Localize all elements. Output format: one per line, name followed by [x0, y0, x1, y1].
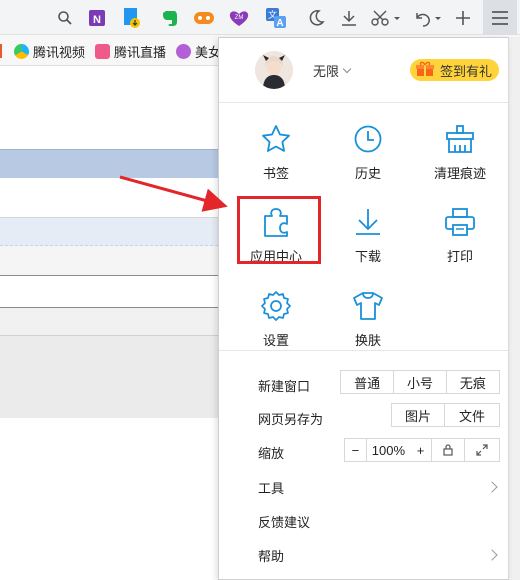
bg-row: [0, 336, 218, 418]
new-window-incognito-button[interactable]: 无痕: [447, 371, 499, 393]
download-icon: [350, 205, 386, 239]
background-page: [0, 66, 218, 580]
menu-item-print[interactable]: 打印: [420, 205, 500, 265]
menu-item-label: 清理痕迹: [433, 166, 486, 181]
new-window-label: 新建窗口: [258, 379, 311, 394]
evernote-icon[interactable]: [157, 5, 183, 31]
page-scrollbar[interactable]: [509, 37, 520, 580]
bg-blank: [0, 66, 218, 149]
download-icon[interactable]: [336, 5, 362, 31]
new-window-small-button[interactable]: 小号: [394, 371, 447, 393]
lock-icon[interactable]: [432, 439, 466, 461]
save-as-label: 网页另存为: [258, 412, 324, 427]
search-icon[interactable]: [52, 5, 78, 31]
menu-item-label: 设置: [262, 333, 289, 348]
bookmark-item-beauty[interactable]: 美女: [176, 41, 221, 61]
bookmark-item-tencent-live[interactable]: 腾讯直播: [95, 41, 166, 61]
undo-icon[interactable]: [410, 5, 444, 31]
bg-header-row: [0, 149, 218, 178]
menu-divider: [219, 350, 508, 351]
gift-icon: [416, 61, 434, 80]
browser-menu-panel: 无限 签到有礼 书签 历史 清理痕迹 应用中心 下载 打印 设置 换肤 新建窗口…: [218, 37, 509, 580]
new-tab-icon[interactable]: [450, 5, 476, 31]
bg-row: [0, 178, 218, 218]
zoom-label: 缩放: [258, 446, 285, 461]
user-avatar[interactable]: [255, 51, 293, 89]
printer-icon: [442, 205, 478, 239]
menu-item-history[interactable]: 历史: [328, 122, 408, 182]
zoom-value: 100%: [371, 442, 406, 458]
clock-icon: [350, 122, 386, 156]
bookmark-label: 腾讯视频: [33, 44, 86, 60]
user-row: 无限 签到有礼: [219, 38, 508, 103]
bg-row: [0, 218, 218, 246]
help-label[interactable]: 帮助: [258, 546, 284, 565]
username-text: 无限: [313, 64, 340, 79]
menu-item-label: 书签: [262, 166, 289, 181]
bookmark-item-partial[interactable]: [0, 41, 2, 61]
signin-label: 签到有礼: [440, 63, 493, 79]
save-as-file-button[interactable]: 文件: [445, 404, 499, 426]
bg-blank: [0, 418, 218, 580]
tshirt-icon: [350, 289, 386, 323]
night-mode-icon[interactable]: [303, 5, 329, 31]
gear-icon: [258, 289, 294, 323]
zoom-in-button[interactable]: +: [410, 439, 432, 461]
menu-item-label: 换肤: [354, 333, 381, 348]
menu-item-label: 历史: [354, 166, 381, 181]
menu-item-label: 下载: [354, 249, 381, 264]
fullscreen-icon[interactable]: [465, 439, 499, 461]
broom-icon: [442, 122, 478, 156]
save-as-image-button[interactable]: 图片: [392, 404, 446, 426]
chevron-right-icon: [486, 549, 498, 561]
tencent-live-icon: [95, 43, 110, 59]
zoom-app-icon[interactable]: ZM: [226, 5, 252, 31]
new-window-options: 普通 小号 无痕: [340, 370, 500, 394]
translate-icon[interactable]: 文A: [263, 5, 289, 31]
bg-row: [0, 246, 218, 276]
svg-text:ZM: ZM: [235, 15, 244, 21]
menu-item-bookmarks[interactable]: 书签: [236, 122, 316, 182]
svg-text:N: N: [93, 14, 101, 26]
star-icon: [258, 122, 294, 156]
menu-item-download[interactable]: 下载: [328, 205, 408, 265]
username[interactable]: 无限: [313, 61, 352, 80]
signin-button[interactable]: 签到有礼: [410, 59, 499, 81]
bg-row: [0, 276, 218, 308]
menu-item-label: 打印: [446, 249, 473, 264]
menu-item-settings[interactable]: 设置: [236, 289, 316, 349]
beauty-icon: [176, 43, 191, 59]
game-icon[interactable]: [191, 5, 217, 31]
menu-item-clear-traces[interactable]: 清理痕迹: [420, 122, 500, 182]
annotation-highlight-box: [237, 196, 321, 264]
onenote-icon[interactable]: N: [84, 5, 110, 31]
zoom-out-button[interactable]: −: [345, 439, 367, 461]
tools-label[interactable]: 工具: [258, 478, 284, 497]
new-window-normal-button[interactable]: 普通: [341, 371, 395, 393]
save-as-options: 图片 文件: [391, 403, 500, 427]
tencent-video-icon: [14, 43, 29, 59]
menu-item-skin[interactable]: 换肤: [328, 289, 408, 349]
chevron-down-icon: [342, 64, 352, 74]
menu-icon[interactable]: [483, 0, 517, 35]
svg-text:A: A: [276, 18, 283, 29]
bookmark-icon: [0, 44, 2, 58]
browser-toolbar: N ZM 文A: [0, 0, 520, 35]
bookmark-label: 腾讯直播: [114, 44, 167, 60]
save-download-icon[interactable]: [118, 5, 144, 31]
zoom-controls: − 100% +: [344, 438, 500, 462]
feedback-label[interactable]: 反馈建议: [258, 512, 310, 531]
bg-row: [0, 308, 218, 336]
chevron-right-icon: [486, 481, 498, 493]
bookmark-item-tencent-video[interactable]: 腾讯视频: [14, 41, 85, 61]
cut-icon[interactable]: [368, 5, 402, 31]
